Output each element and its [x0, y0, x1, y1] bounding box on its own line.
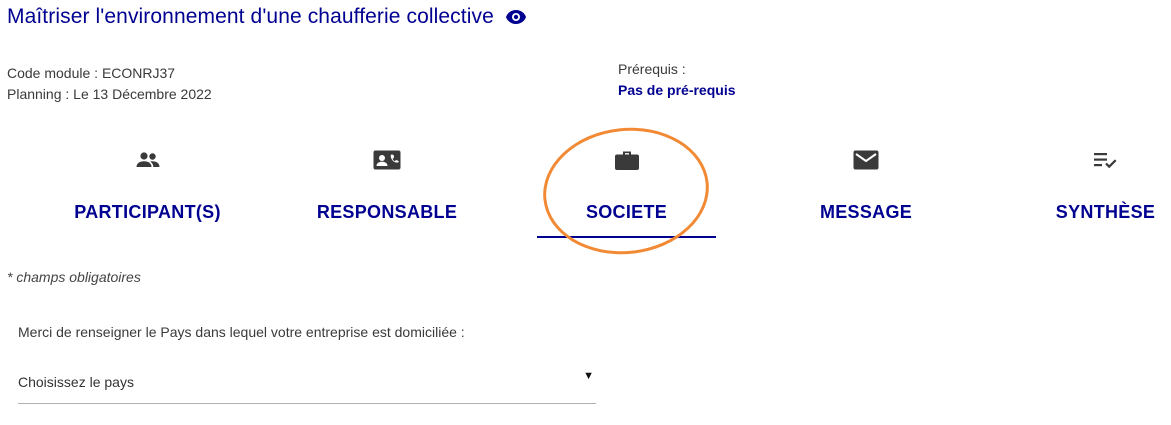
- country-question-label: Merci de renseigner le Pays dans lequel …: [18, 324, 465, 340]
- tab-synthese[interactable]: SYNTHÈSE: [1040, 140, 1171, 240]
- step-tabs: PARTICIPANT(S) RESPONSABLE SOCIETE MESSA…: [0, 140, 1171, 240]
- eye-icon[interactable]: [504, 5, 528, 29]
- people-icon: [134, 148, 162, 172]
- code-module: Code module : ECONRJ37: [7, 65, 176, 81]
- planning: Planning : Le 13 Décembre 2022: [7, 86, 212, 102]
- required-fields-note: * champs obligatoires: [7, 269, 141, 285]
- page-header: Maîtriser l'environnement d'une chauffer…: [7, 5, 528, 29]
- checklist-icon: [1092, 148, 1120, 172]
- prerequisites: Prérequis : Pas de pré-requis: [618, 59, 736, 101]
- tab-label: PARTICIPANT(S): [74, 202, 221, 222]
- country-select-value: Choisissez le pays: [18, 374, 134, 390]
- module-info: Code module : ECONRJ37 Planning : Le 13 …: [7, 63, 212, 105]
- country-select[interactable]: Choisissez le pays ▼: [18, 370, 596, 404]
- prerequis-value: Pas de pré-requis: [618, 82, 736, 98]
- tab-participants[interactable]: PARTICIPANT(S): [55, 140, 240, 240]
- prerequis-label: Prérequis :: [618, 61, 686, 77]
- tab-label: MESSAGE: [819, 202, 913, 222]
- dropdown-arrow-icon: ▼: [583, 370, 594, 382]
- tab-label: RESPONSABLE: [316, 202, 458, 222]
- briefcase-icon: [613, 148, 641, 172]
- tab-label: SYNTHÈSE: [1055, 202, 1156, 222]
- tab-label: SOCIETE: [585, 202, 668, 222]
- page-title: Maîtriser l'environnement d'une chauffer…: [7, 5, 494, 28]
- contact-card-icon: [373, 148, 401, 172]
- tab-societe[interactable]: SOCIETE: [537, 140, 716, 240]
- tab-responsable[interactable]: RESPONSABLE: [297, 140, 477, 240]
- tab-message[interactable]: MESSAGE: [776, 140, 956, 240]
- envelope-icon: [852, 148, 880, 172]
- active-tab-indicator: [537, 236, 716, 238]
